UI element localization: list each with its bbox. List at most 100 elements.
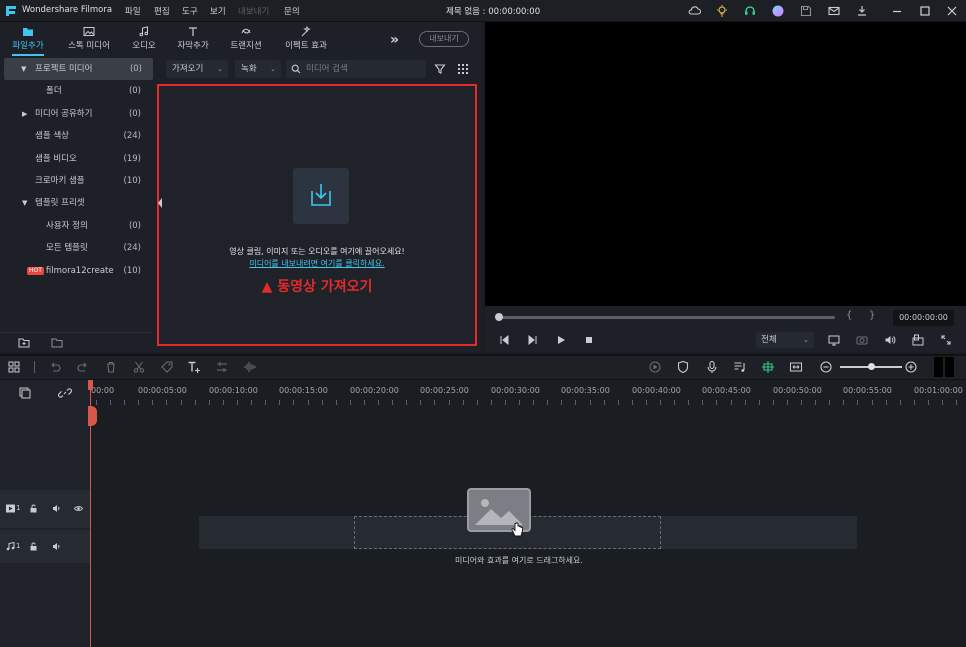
playback-progress-bar[interactable]	[498, 316, 835, 319]
speaker-icon[interactable]	[52, 542, 61, 551]
import-dropdown[interactable]: 가져오기 ⌄	[166, 60, 228, 78]
mark-out-button[interactable]: }	[869, 310, 875, 321]
sidebar-item-filmora12create[interactable]: HOT filmora12create (10)	[0, 260, 152, 282]
ruler-label: 00:01:00:00	[914, 386, 963, 395]
menu-help[interactable]: 문의	[284, 5, 300, 17]
media-drop-zone[interactable]: 영상 클립, 이미지 또는 오디오를 여기에 끌어오세요! 미디어를 내보내려면…	[157, 84, 477, 346]
playback-scrubber[interactable]	[495, 313, 503, 321]
sidebar-item-sample-colors[interactable]: 샘플 색상 (24)	[0, 125, 152, 147]
add-text-icon[interactable]	[187, 360, 201, 374]
mark-in-button[interactable]: {	[846, 310, 852, 321]
maximize-icon[interactable]	[918, 4, 932, 18]
speaker-icon[interactable]	[52, 504, 61, 513]
menu-edit[interactable]: 편집	[154, 5, 170, 17]
music-list-icon[interactable]	[733, 360, 747, 374]
volume-icon[interactable]	[884, 334, 896, 346]
pip-layout-icon[interactable]	[912, 334, 924, 346]
cut-scissors-icon[interactable]	[132, 360, 146, 374]
sidebar-item-shared-media[interactable]: ▶ 미디어 공유하기 (0)	[0, 103, 152, 125]
preview-screen	[485, 22, 966, 306]
menu-view[interactable]: 보기	[210, 5, 226, 17]
support-headset-icon[interactable]	[743, 4, 757, 18]
stop-icon[interactable]	[583, 334, 595, 346]
search-input[interactable]	[306, 60, 421, 78]
sidebar-item-template-presets[interactable]: ▼ 템플릿 프리셋	[0, 192, 152, 214]
eye-icon[interactable]	[74, 504, 83, 513]
timeline-panel-toggle[interactable]	[934, 357, 954, 377]
microphone-icon[interactable]	[705, 360, 719, 374]
zoom-out-icon[interactable]	[819, 360, 833, 374]
menu-tools[interactable]: 도구	[182, 5, 198, 17]
import-link[interactable]: 미디어를 내보내려면 여기를 클릭하세요.	[159, 258, 475, 269]
fullscreen-icon[interactable]	[940, 334, 952, 346]
folder-icon[interactable]	[51, 337, 63, 348]
export-button[interactable]: 내보내기	[419, 31, 469, 47]
lock-icon[interactable]	[29, 542, 38, 551]
redo-icon[interactable]	[76, 360, 90, 374]
sidebar-item-custom[interactable]: 사용자 정의 (0)	[0, 215, 152, 237]
previous-frame-icon[interactable]	[498, 334, 510, 346]
minimize-icon[interactable]	[890, 4, 904, 18]
ruler-tick	[942, 400, 943, 405]
playhead-marker[interactable]	[88, 406, 97, 426]
menu-export[interactable]: 내보내기	[238, 5, 269, 17]
tab-audio[interactable]: 오디오	[125, 22, 163, 56]
music-note-icon	[6, 542, 15, 551]
save-icon[interactable]	[799, 4, 813, 18]
lightbulb-icon[interactable]	[715, 4, 729, 18]
tab-stock-media[interactable]: 스톡 미디어	[60, 22, 118, 56]
tab-stock-media-label: 스톡 미디어	[68, 41, 110, 51]
audio-waveform-icon[interactable]	[243, 360, 257, 374]
ruler-tick	[336, 400, 337, 405]
mail-icon[interactable]	[827, 4, 841, 18]
link-icon[interactable]	[58, 386, 72, 400]
chevron-down-icon: ⌄	[803, 336, 809, 344]
more-tabs-icon[interactable]: »	[390, 32, 399, 48]
preview-quality-select[interactable]: 전체 ⌄	[756, 332, 814, 348]
layout-grid-icon[interactable]	[7, 360, 21, 374]
cloud-icon[interactable]	[687, 4, 701, 18]
hand-cursor-icon	[511, 522, 523, 537]
tab-import[interactable]: 파일추가	[6, 22, 50, 56]
play-icon[interactable]	[555, 334, 567, 346]
collapse-sidebar-icon[interactable]	[157, 196, 163, 210]
snapshot-camera-icon[interactable]	[856, 334, 868, 346]
next-frame-icon[interactable]	[527, 334, 539, 346]
lock-icon[interactable]	[29, 504, 38, 513]
shield-icon[interactable]	[676, 360, 690, 374]
sidebar-item-folder[interactable]: 폴더 (0)	[0, 80, 152, 102]
filter-icon[interactable]	[434, 63, 446, 75]
grid-view-icon[interactable]	[457, 63, 469, 75]
adjust-sliders-icon[interactable]	[215, 360, 229, 374]
snap-magnet-icon[interactable]	[761, 360, 775, 374]
resource-tabs: 파일추가 스톡 미디어 오디오 자막추가 트랜지션 이펙트 효과	[0, 22, 481, 56]
download-icon[interactable]	[855, 4, 869, 18]
sidebar-item-sample-videos[interactable]: 샘플 비디오 (19)	[0, 148, 152, 170]
new-folder-icon[interactable]	[18, 337, 30, 348]
fit-timeline-icon[interactable]	[789, 360, 803, 374]
ruler-tick	[364, 400, 365, 405]
sidebar-item-all-templates[interactable]: 모든 템플릿 (24)	[0, 237, 152, 259]
close-icon[interactable]	[945, 4, 959, 18]
render-preview-icon[interactable]	[648, 360, 662, 374]
add-track-icon[interactable]	[18, 386, 32, 400]
sidebar-item-project-media[interactable]: ▼ 프로젝트 미디어 (0)	[4, 58, 153, 80]
sidebar-item-count: (0)	[129, 64, 142, 74]
playhead-handle[interactable]	[88, 380, 93, 390]
sidebar-item-chroma-key[interactable]: 크로마키 샘플 (10)	[0, 170, 152, 192]
record-dropdown[interactable]: 녹화 ⌄	[235, 60, 281, 78]
tag-icon[interactable]	[160, 360, 174, 374]
import-media-button[interactable]	[293, 168, 349, 224]
zoom-in-icon[interactable]	[904, 360, 918, 374]
tab-effects[interactable]: 이펙트 효과	[280, 22, 332, 56]
zoom-slider-handle[interactable]	[868, 363, 875, 370]
undo-icon[interactable]	[48, 360, 62, 374]
display-icon[interactable]	[828, 334, 840, 346]
ruler-label: 00:00:55:00	[843, 386, 892, 395]
tab-titles[interactable]: 자막추가	[172, 22, 214, 56]
avatar-icon[interactable]	[771, 4, 785, 18]
delete-icon[interactable]	[104, 360, 118, 374]
tab-transitions[interactable]: 트랜지션	[226, 22, 266, 56]
menu-file[interactable]: 파일	[125, 5, 141, 17]
effects-wand-icon	[301, 26, 311, 37]
